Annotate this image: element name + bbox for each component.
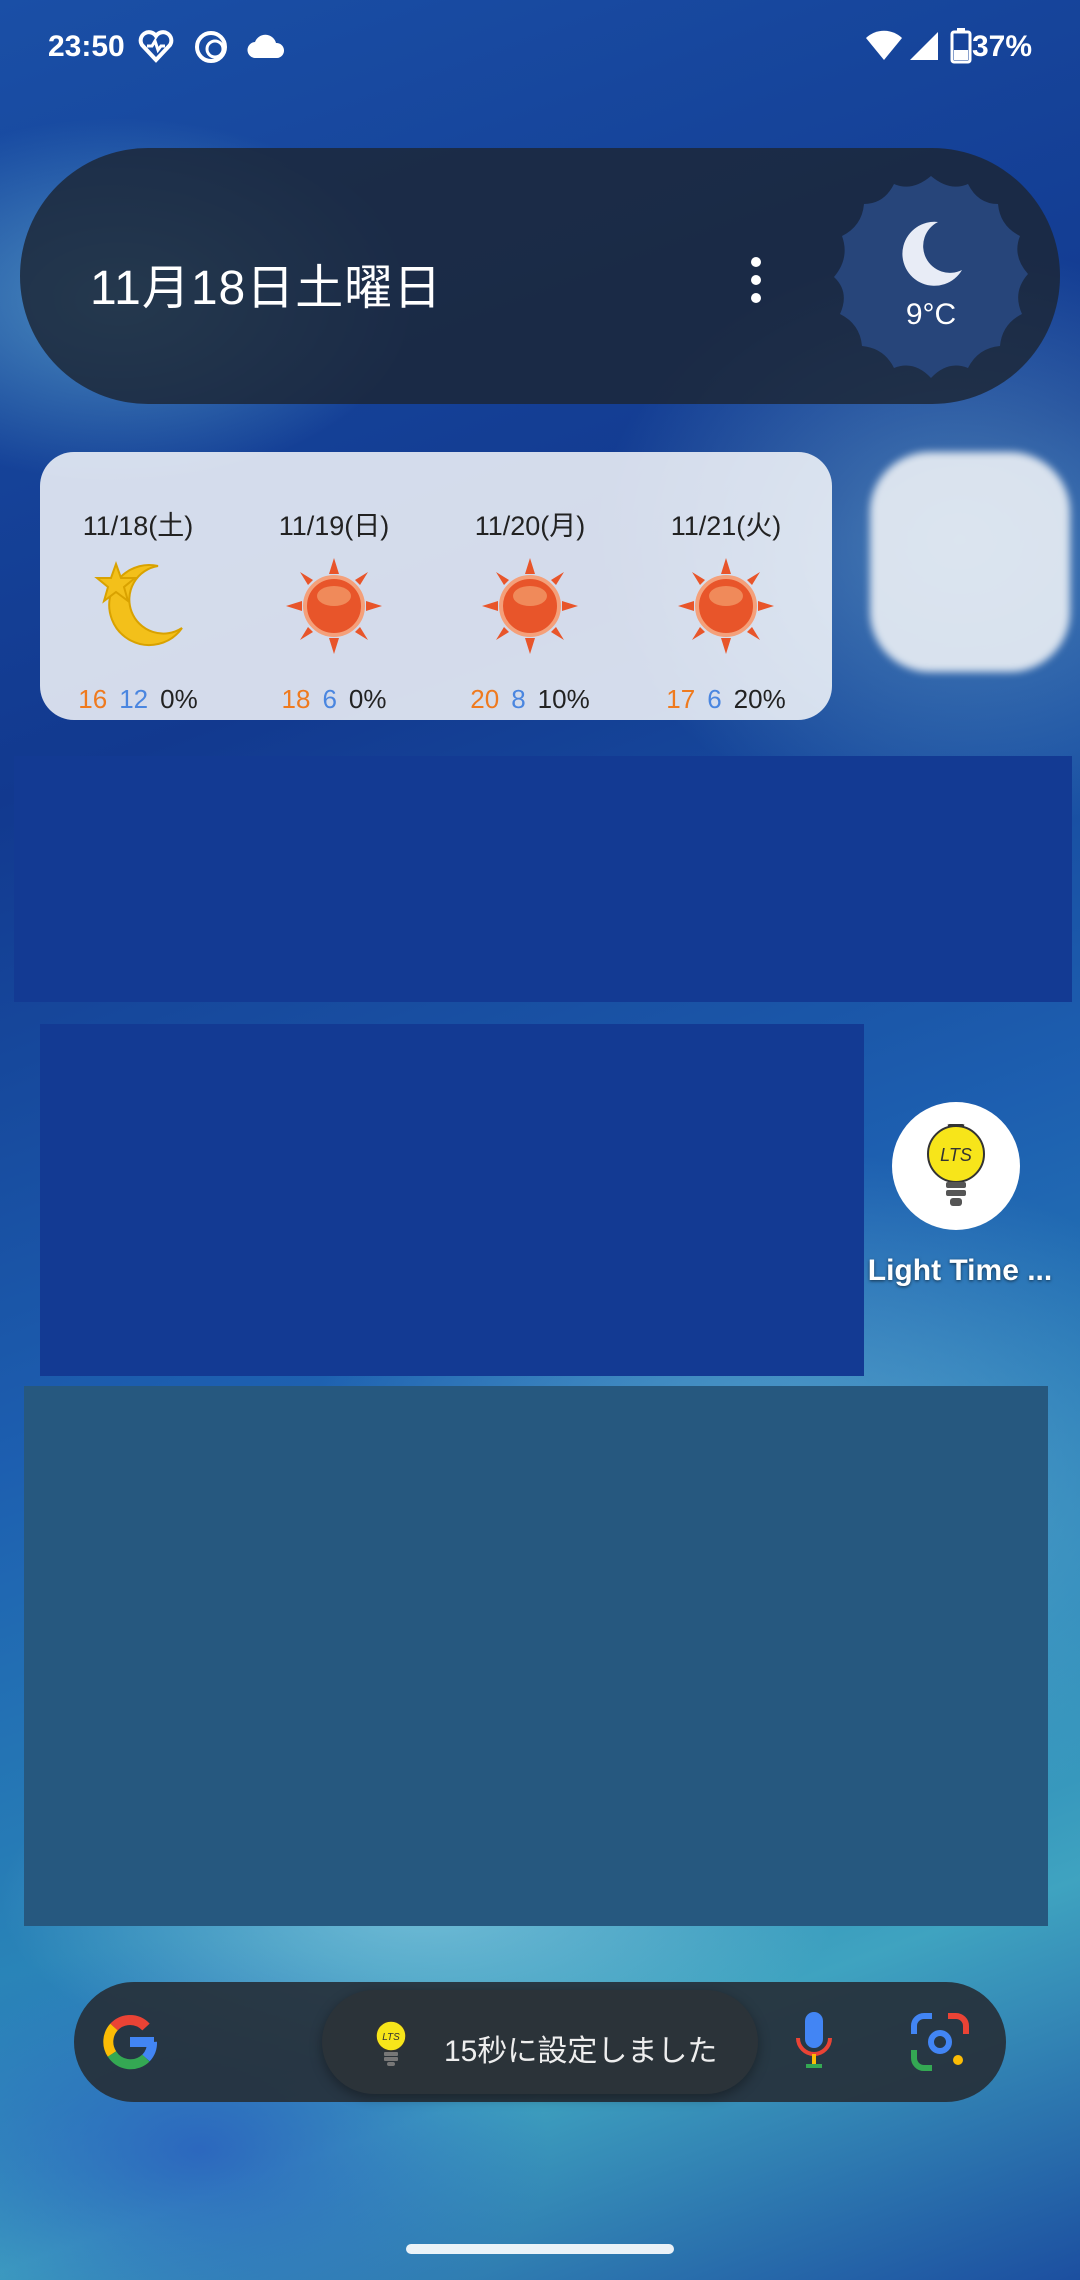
toast-message: 15秒に設定しました: [444, 2035, 718, 2068]
more-options-icon[interactable]: [744, 254, 768, 306]
forecast-widget[interactable]: 11/18(土) 16 12 0% 11/19(日) 18 6 0% 11/20(月): [40, 452, 832, 720]
low-temp: 8: [511, 684, 526, 714]
forecast-temps: 17 6 20%: [628, 684, 824, 715]
precip-chance: 10%: [537, 684, 590, 714]
cloud-icon: [247, 34, 285, 59]
redacted-widget-area: [14, 756, 1072, 1002]
forecast-temps: 20 8 10%: [432, 684, 628, 715]
low-temp: 6: [707, 684, 722, 714]
blurred-region: [870, 452, 1070, 672]
high-temp: 16: [78, 684, 108, 714]
high-temp: 17: [666, 684, 696, 714]
microphone-icon[interactable]: [794, 2010, 834, 2074]
forecast-day: 11/19(日) 18 6 0%: [236, 452, 432, 720]
redacted-widget-area: [40, 1024, 864, 1376]
redacted-widget-area: [24, 1386, 1048, 1926]
status-bar: 23:50 37%: [0, 0, 1080, 96]
low-temp: 12: [119, 684, 149, 714]
sun-icon: [482, 558, 578, 654]
lightbulb-icon: LTS: [927, 1124, 985, 1206]
forecast-temps: 18 6 0%: [236, 684, 432, 715]
forecast-day: 11/21(火) 17 6 20%: [628, 452, 824, 720]
signal-icon: [910, 32, 938, 60]
svg-text:LTS: LTS: [382, 2032, 400, 2043]
battery-percent: 37%: [971, 30, 1032, 63]
high-temp: 20: [470, 684, 500, 714]
forecast-day: 11/18(土) 16 12 0%: [40, 452, 236, 720]
google-logo-icon: [103, 2015, 157, 2070]
precip-chance: 0%: [160, 684, 198, 714]
date-label: 11月18日土曜日: [90, 262, 443, 315]
battery-icon: [950, 28, 972, 64]
moon-star-icon: [94, 561, 183, 646]
forecast-date: 11/21(火): [670, 511, 782, 541]
high-temp: 18: [281, 684, 311, 714]
forecast-date: 11/19(日): [278, 511, 390, 541]
current-temp: 9°C: [905, 298, 957, 331]
home-gesture-bar[interactable]: [406, 2244, 674, 2254]
moon-icon: [902, 221, 962, 286]
wifi-icon: [866, 30, 902, 60]
forecast-day: 11/20(月) 20 8 10%: [432, 452, 628, 720]
sun-icon: [286, 558, 382, 654]
precip-chance: 20%: [733, 684, 786, 714]
forecast-date: 11/20(月): [474, 511, 586, 541]
lightbulb-icon: LTS: [375, 2020, 407, 2066]
app-label[interactable]: Light Time ...: [860, 1254, 1060, 1288]
heart-pulse-icon: [138, 30, 174, 63]
svg-text:LTS: LTS: [940, 1145, 972, 1165]
toast-notification: LTS 15秒に設定しました: [322, 1990, 758, 2094]
forecast-date: 11/18(土): [82, 511, 194, 541]
precip-chance: 0%: [348, 684, 387, 714]
forecast-temps: 16 12 0%: [40, 684, 236, 715]
status-time: 23:50: [48, 30, 125, 63]
google-lens-icon[interactable]: [910, 2012, 970, 2072]
current-weather-badge[interactable]: 9°C: [828, 174, 1034, 380]
light-time-app-icon[interactable]: LTS: [892, 1102, 1020, 1230]
sync-icon: [195, 31, 227, 63]
sun-icon: [678, 558, 774, 654]
low-temp: 6: [322, 684, 337, 714]
